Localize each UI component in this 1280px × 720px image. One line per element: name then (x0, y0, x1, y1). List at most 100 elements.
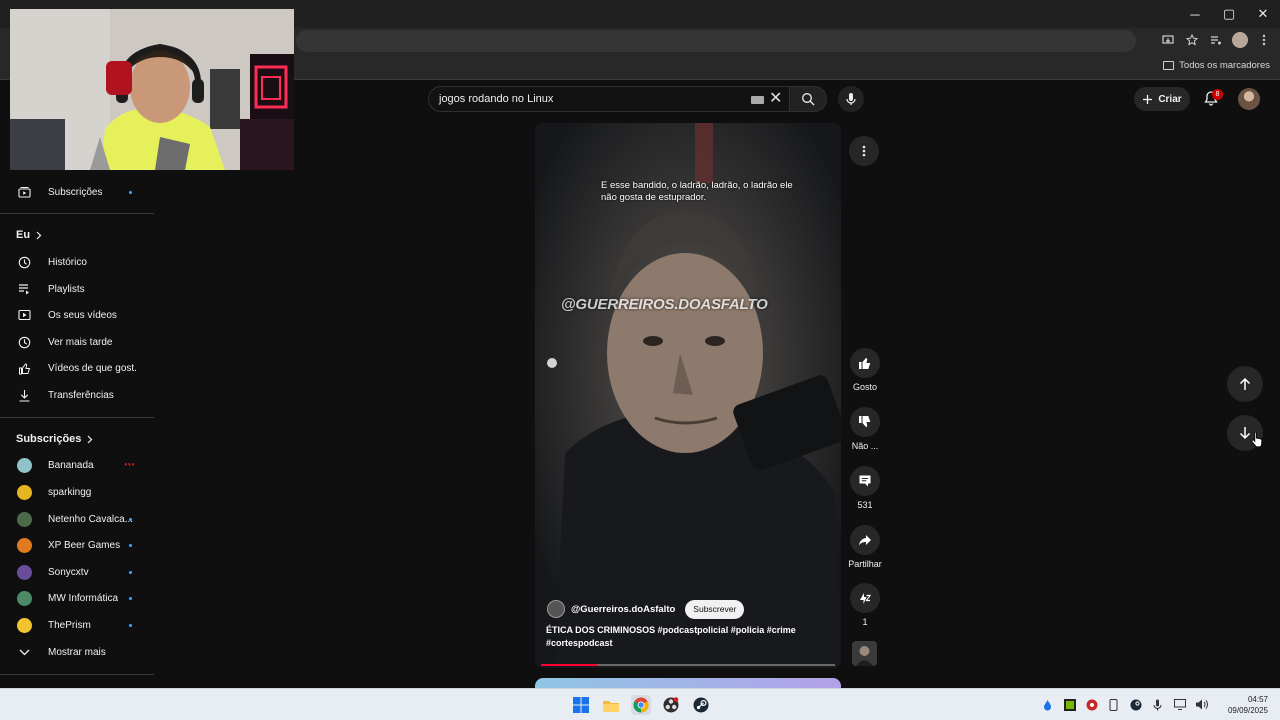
channel-avatar (17, 564, 32, 580)
channel-name: ThePrism (48, 619, 91, 631)
short-channel-row: @Guerreiros.doAsfalto Subscrever (547, 599, 745, 619)
share-action[interactable]: Partilhar (846, 525, 884, 569)
minimize-button[interactable]: ─ (1178, 0, 1212, 28)
channel-name: Sonycxtv (48, 566, 89, 578)
media-controls-icon[interactable] (1208, 32, 1224, 48)
remix-count: 1 (862, 617, 868, 627)
search-button[interactable] (789, 86, 827, 112)
chrome-icon[interactable] (631, 695, 651, 715)
sidebar-channel-sonycxtv[interactable]: Sonycxtv (0, 559, 154, 585)
install-app-icon[interactable] (1160, 32, 1176, 48)
sidebar-channel-mw-informatica[interactable]: MW Informática (0, 585, 154, 611)
maximize-button[interactable]: ▢ (1212, 0, 1246, 28)
obs-icon[interactable] (661, 695, 681, 715)
all-bookmarks-button[interactable]: Todos os marcadores (1163, 60, 1270, 71)
search-query: jogos rodando no Linux (439, 93, 554, 105)
windows-start-icon[interactable] (571, 695, 591, 715)
voice-search-button[interactable] (838, 86, 864, 112)
comments-count: 531 (857, 500, 873, 510)
short-channel-avatar[interactable] (547, 600, 565, 618)
sidebar-item-playlists[interactable]: Playlists (0, 276, 154, 302)
sidebar-divider (0, 417, 154, 418)
tray-display-icon[interactable] (1173, 698, 1186, 711)
channel-name: XP Beer Games (48, 539, 121, 551)
video-caption: E esse bandido, o ladrão, ladrão, o ladr… (601, 180, 793, 203)
comments-action[interactable]: 531 (846, 466, 884, 510)
video-progress-bar[interactable] (541, 664, 835, 666)
remix-action[interactable]: 1 (846, 583, 884, 627)
account-avatar[interactable] (1238, 88, 1260, 110)
tray-steam-icon[interactable] (1129, 698, 1142, 711)
tray-app-red-icon[interactable] (1085, 698, 1098, 711)
keyboard-icon[interactable] (751, 96, 764, 104)
sidebar-item-downloads[interactable]: Transferências (0, 382, 154, 408)
new-content-dot (129, 543, 132, 547)
file-explorer-icon[interactable] (601, 695, 621, 715)
chevron-right-icon (36, 231, 42, 239)
sidebar-channel-bananada[interactable]: Bananada ●●● (0, 452, 154, 478)
new-content-dot (129, 570, 132, 574)
taskbar-clock[interactable]: 04:57 09/09/2025 (1228, 694, 1268, 716)
taskbar-apps (571, 695, 711, 715)
video-progress-fill (541, 664, 597, 666)
downloads-icon (17, 388, 31, 402)
sidebar-item-watch-later[interactable]: Ver mais tarde (0, 329, 154, 355)
sidebar-item-subscriptions[interactable]: Subscrições (0, 179, 154, 205)
more-vertical-icon (862, 145, 866, 157)
remix-button[interactable] (850, 583, 880, 613)
address-bar[interactable] (296, 30, 1136, 52)
your-videos-icon (17, 308, 31, 322)
share-button[interactable] (850, 525, 880, 555)
profile-avatar-icon[interactable] (1232, 32, 1248, 48)
tray-phone-icon[interactable] (1107, 698, 1120, 711)
tray-nvidia-icon[interactable] (1063, 698, 1076, 711)
sidebar-item-label: Ver mais tarde (48, 336, 113, 348)
sidebar-divider (0, 213, 154, 214)
volume-icon[interactable] (1195, 698, 1208, 711)
dislike-button[interactable] (850, 407, 880, 437)
clear-search-icon[interactable]: ✕ (769, 91, 782, 107)
steam-icon[interactable] (691, 695, 711, 715)
sidebar-item-liked-videos[interactable]: Vídeos de que gost... (0, 355, 154, 381)
tray-flame-icon[interactable] (1041, 698, 1054, 711)
sidebar-channel-netenho[interactable]: Netenho Cavalca... (0, 506, 154, 532)
sidebar-channel-sparkingg[interactable]: sparkingg (0, 479, 154, 505)
close-button[interactable]: ✕ (1246, 0, 1280, 28)
short-channel-name[interactable]: @Guerreiros.doAsfalto (571, 604, 675, 615)
sidebar-item-your-videos[interactable]: Os seus vídeos (0, 302, 154, 328)
channel-name: MW Informática (48, 592, 119, 604)
tray-microphone-icon[interactable] (1151, 698, 1164, 711)
share-label: Partilhar (848, 559, 882, 569)
create-button[interactable]: Criar (1134, 87, 1190, 111)
sidebar-item-label: Vídeos de que gost... (48, 362, 136, 374)
sidebar-channel-xp-beer-games[interactable]: XP Beer Games (0, 532, 154, 558)
short-title[interactable]: ÉTICA DOS CRIMINOSOS #podcastpolicial #p… (546, 624, 816, 650)
comments-button[interactable] (850, 466, 880, 496)
live-indicator-icon: ●●● (124, 462, 135, 468)
dislike-action[interactable]: Não ... (846, 407, 884, 451)
sidebar-channel-theprism[interactable]: ThePrism (0, 612, 154, 638)
sidebar-show-more[interactable]: Mostrar mais (0, 639, 154, 665)
short-video-player[interactable]: E esse bandido, o ladrão, ladrão, o ladr… (535, 123, 841, 668)
channel-avatar (17, 457, 32, 473)
mouse-cursor-icon (1251, 431, 1263, 448)
subscribe-button[interactable]: Subscrever (685, 599, 745, 619)
sidebar-you-heading[interactable]: Eu (16, 229, 42, 241)
previous-short-button[interactable] (1227, 366, 1263, 402)
more-options-button[interactable] (849, 136, 879, 166)
channel-name: Netenho Cavalca... (48, 513, 134, 525)
bookmark-star-icon[interactable] (1184, 32, 1200, 48)
browser-menu-icon[interactable] (1256, 32, 1272, 48)
sidebar-item-history[interactable]: Histórico (0, 249, 154, 275)
search-input[interactable]: jogos rodando no Linux ✕ (428, 86, 789, 112)
like-action[interactable]: Gosto (846, 348, 884, 392)
clock-date: 09/09/2025 (1227, 706, 1268, 715)
playlists-icon (17, 282, 31, 296)
channel-avatar (17, 590, 32, 606)
sound-thumbnail[interactable] (852, 641, 877, 666)
window-controls: ─ ▢ ✕ (1178, 0, 1280, 28)
like-button[interactable] (850, 348, 880, 378)
folder-icon (1163, 61, 1175, 70)
sidebar-subscriptions-heading[interactable]: Subscrições (16, 433, 93, 445)
dislike-label: Não ... (851, 441, 879, 451)
